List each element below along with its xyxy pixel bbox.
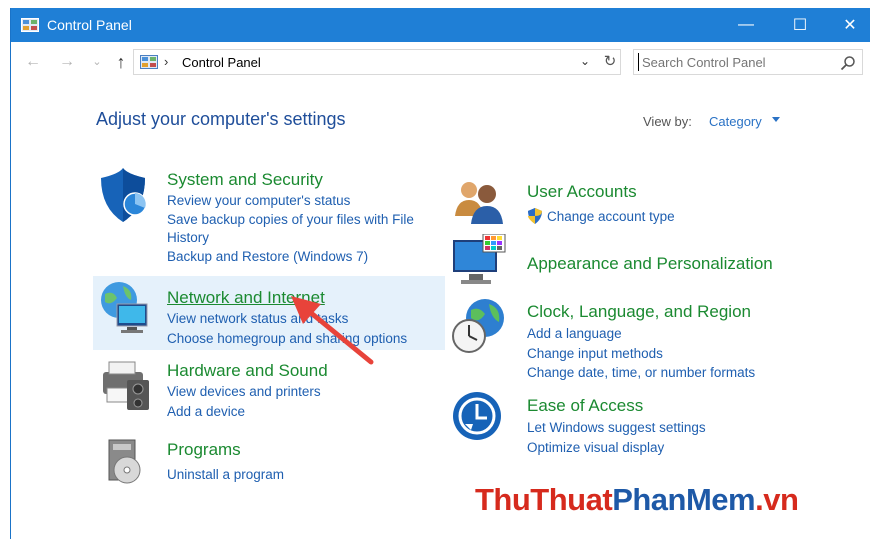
watermark-part1: ThuThuat	[475, 482, 613, 517]
users-icon	[455, 182, 503, 224]
title-bar[interactable]: Control Panel — ☐ ✕	[11, 8, 870, 42]
breadcrumb-separator: ›	[164, 54, 169, 69]
uac-shield-icon	[528, 208, 542, 224]
watermark-part2: PhanMem	[612, 482, 756, 517]
page-heading: Adjust your computer's settings	[96, 109, 346, 129]
category-title-ease-of-access[interactable]: Ease of Access	[527, 396, 643, 416]
link-view-devices[interactable]: View devices and printers	[167, 384, 321, 399]
link-review-status[interactable]: Review your computer's status	[167, 193, 350, 208]
control-panel-window: Control Panel — ☐ ✕ ← → ⌄ ↑ › Control Pa…	[10, 8, 870, 539]
network-globe-icon	[101, 282, 148, 333]
back-button[interactable]: ←	[23, 52, 43, 72]
display-palette-icon	[453, 234, 506, 284]
printer-icon	[103, 361, 149, 410]
breadcrumb-control-panel[interactable]: Control Panel	[182, 55, 261, 70]
annotation-arrow	[291, 296, 374, 365]
view-by-dropdown[interactable]: Category	[709, 114, 762, 129]
link-change-input-methods[interactable]: Change input methods	[527, 346, 663, 361]
link-save-backup-history[interactable]: History	[167, 230, 209, 245]
link-backup-restore[interactable]: Backup and Restore (Windows 7)	[167, 249, 368, 264]
address-dropdown-button[interactable]: ⌄	[580, 54, 590, 68]
link-add-device[interactable]: Add a device	[167, 404, 245, 419]
control-panel-icon	[21, 18, 39, 32]
link-optimize-visual-display[interactable]: Optimize visual display	[527, 440, 664, 455]
minimize-button[interactable]: —	[721, 8, 771, 42]
link-add-language[interactable]: Add a language	[527, 326, 622, 341]
view-by-label: View by:	[643, 114, 692, 129]
address-field[interactable]: › Control Panel ⌄ ↻	[133, 49, 621, 75]
close-button[interactable]: ✕	[825, 8, 870, 42]
category-title-programs[interactable]: Programs	[167, 440, 241, 460]
link-uninstall-program[interactable]: Uninstall a program	[167, 467, 284, 482]
chevron-down-icon[interactable]	[772, 117, 780, 122]
address-bar: ← → ⌄ ↑ › Control Panel ⌄ ↻	[11, 42, 870, 82]
maximize-button[interactable]: ☐	[775, 8, 825, 42]
ease-of-access-icon	[453, 392, 501, 440]
link-change-date-time[interactable]: Change date, time, or number formats	[527, 365, 755, 380]
clock-globe-icon	[452, 299, 504, 353]
link-save-backup[interactable]: Save backup copies of your files with Fi…	[167, 212, 414, 227]
shield-icon	[101, 168, 147, 222]
link-change-account-type[interactable]: Change account type	[547, 209, 675, 224]
up-button[interactable]: ↑	[111, 52, 131, 72]
search-input[interactable]	[638, 53, 828, 71]
refresh-button[interactable]: ↻	[600, 52, 620, 70]
forward-button[interactable]: →	[57, 52, 77, 72]
search-icon[interactable]	[840, 55, 856, 71]
control-panel-icon	[140, 55, 158, 69]
watermark-logo: ThuThuatPhanMem.vn	[475, 482, 799, 518]
link-let-windows-suggest[interactable]: Let Windows suggest settings	[527, 420, 706, 435]
category-title-system-security[interactable]: System and Security	[167, 170, 323, 190]
window-title: Control Panel	[47, 17, 132, 33]
search-box[interactable]	[633, 49, 863, 75]
category-title-clock-language-region[interactable]: Clock, Language, and Region	[527, 302, 751, 322]
programs-disc-icon	[108, 439, 141, 484]
recent-locations-button[interactable]: ⌄	[87, 52, 107, 72]
category-title-user-accounts[interactable]: User Accounts	[527, 182, 637, 202]
category-title-appearance[interactable]: Appearance and Personalization	[527, 254, 773, 274]
watermark-part3: .vn	[755, 482, 799, 517]
